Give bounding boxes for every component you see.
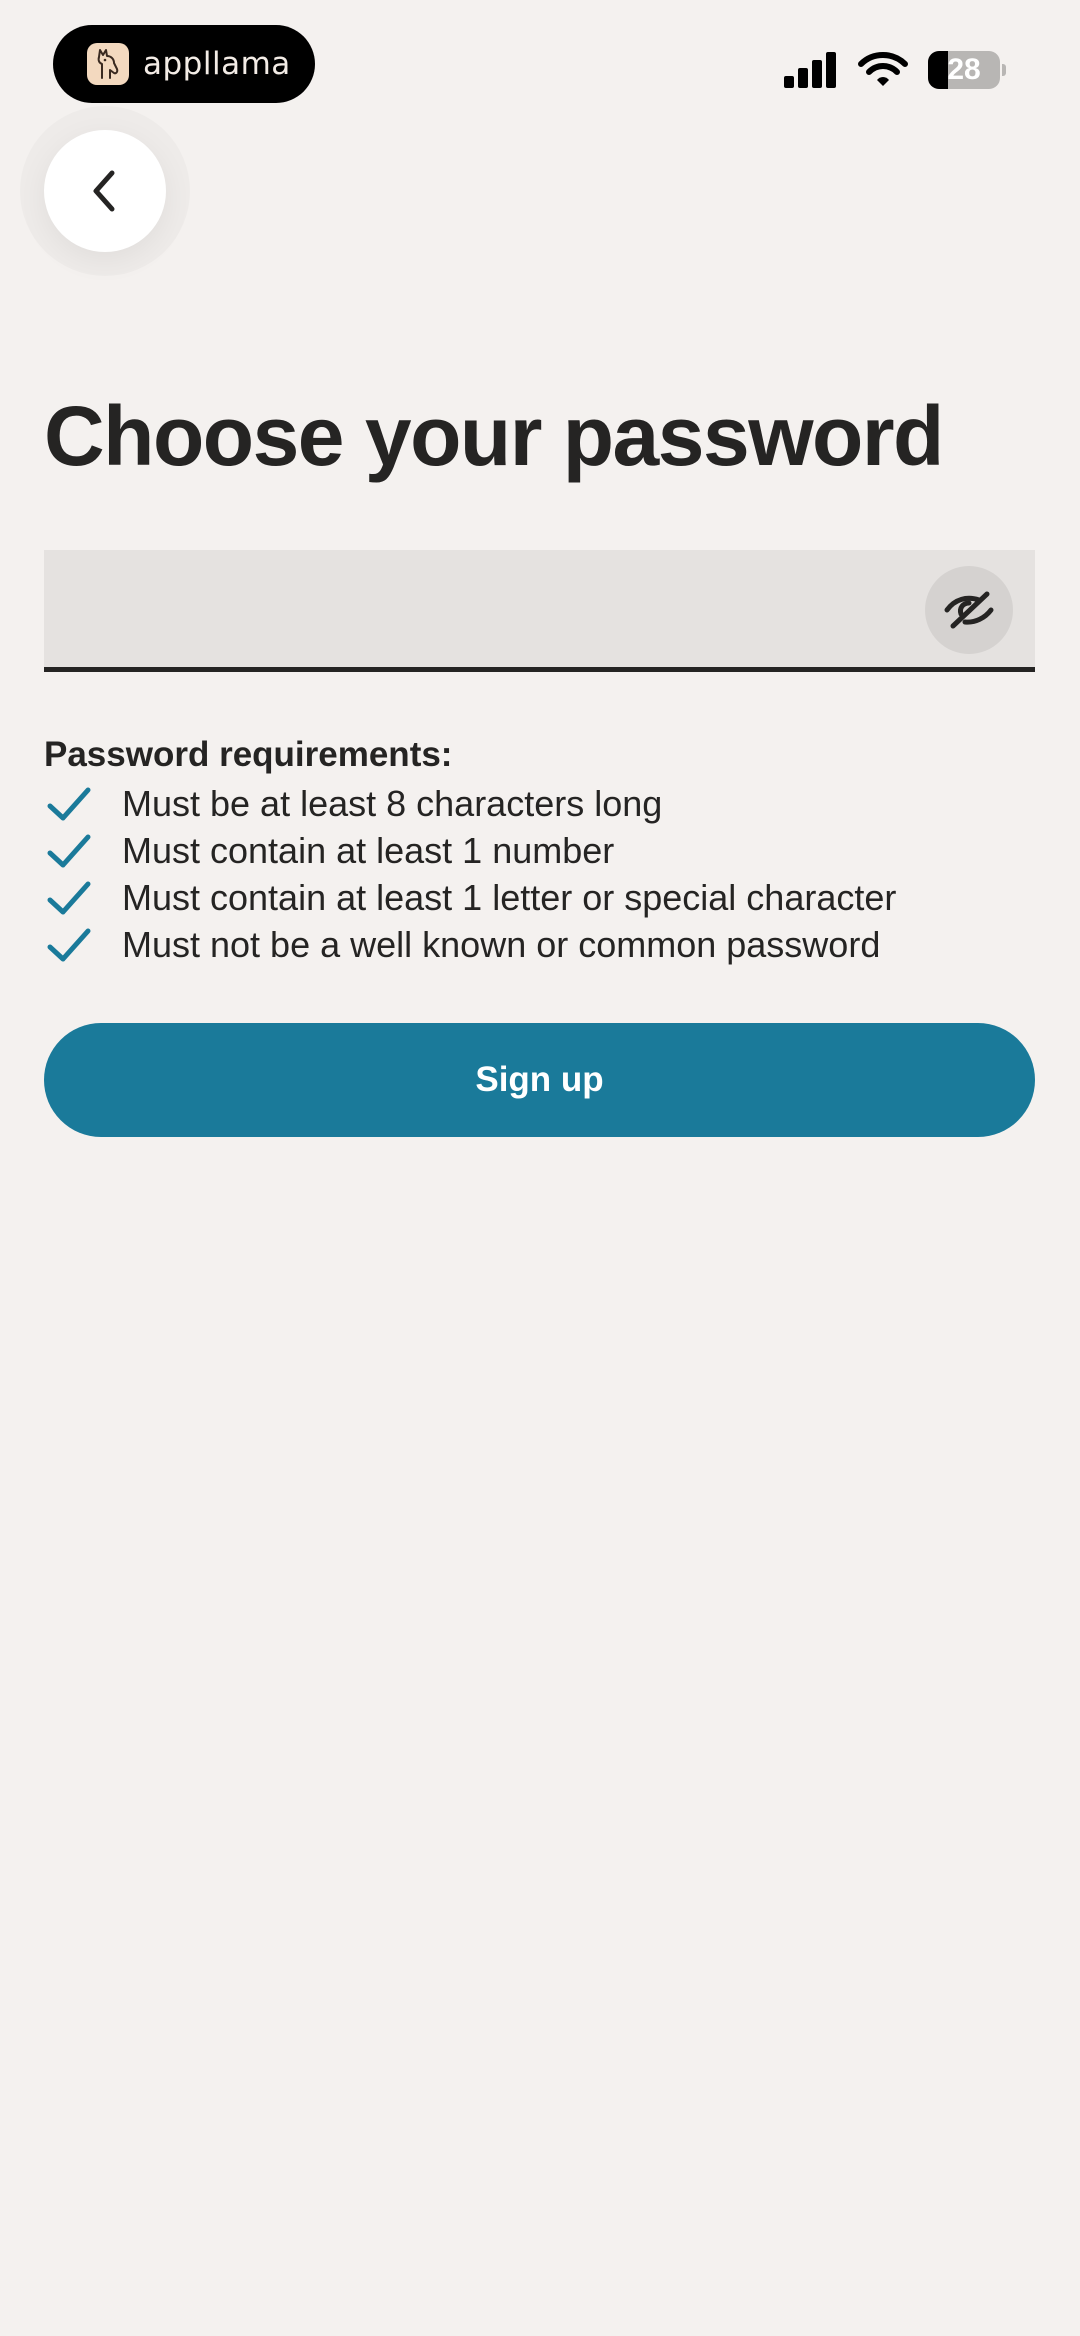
requirements-list: Must be at least 8 characters long Must … bbox=[44, 780, 1034, 968]
status-bar: appllama 28 bbox=[0, 0, 1080, 130]
battery-level: 28 bbox=[947, 53, 981, 86]
requirement-item: Must be at least 8 characters long bbox=[44, 780, 1034, 827]
password-field[interactable] bbox=[44, 550, 1035, 672]
app-pill[interactable]: appllama bbox=[53, 25, 315, 103]
llama-logo-icon bbox=[87, 43, 129, 85]
requirement-text: Must be at least 8 characters long bbox=[122, 782, 663, 824]
checkmark-icon bbox=[47, 787, 91, 820]
checkmark-icon bbox=[47, 928, 91, 961]
requirement-item: Must contain at least 1 letter or specia… bbox=[44, 874, 1034, 921]
sign-up-button[interactable]: Sign up bbox=[44, 1023, 1035, 1137]
app-name: appllama bbox=[143, 46, 291, 82]
requirement-text: Must contain at least 1 number bbox=[122, 829, 615, 871]
back-button[interactable] bbox=[44, 130, 166, 252]
signal-icon bbox=[784, 52, 836, 88]
page-title: Choose your password bbox=[44, 389, 944, 483]
password-requirements: Password requirements: Must be at least … bbox=[44, 733, 1034, 968]
requirements-heading: Password requirements: bbox=[44, 735, 453, 774]
checkmark-icon bbox=[47, 834, 91, 867]
eye-slash-icon bbox=[944, 591, 994, 629]
chevron-left-icon bbox=[93, 170, 115, 212]
checkmark-icon bbox=[47, 881, 91, 914]
requirement-text: Must contain at least 1 letter or specia… bbox=[122, 876, 897, 918]
wifi-icon bbox=[858, 52, 908, 86]
battery-icon: 28 bbox=[928, 51, 1000, 89]
requirement-text: Must not be a well known or common passw… bbox=[122, 923, 881, 965]
requirement-item: Must not be a well known or common passw… bbox=[44, 921, 1034, 968]
toggle-password-visibility-button[interactable] bbox=[925, 566, 1013, 654]
password-screen: appllama 28 Choose your password Passwor… bbox=[0, 0, 1080, 2336]
requirement-item: Must contain at least 1 number bbox=[44, 827, 1034, 874]
battery-cap bbox=[1002, 64, 1006, 76]
system-icons: 28 bbox=[784, 50, 1006, 90]
password-input[interactable] bbox=[44, 550, 924, 667]
